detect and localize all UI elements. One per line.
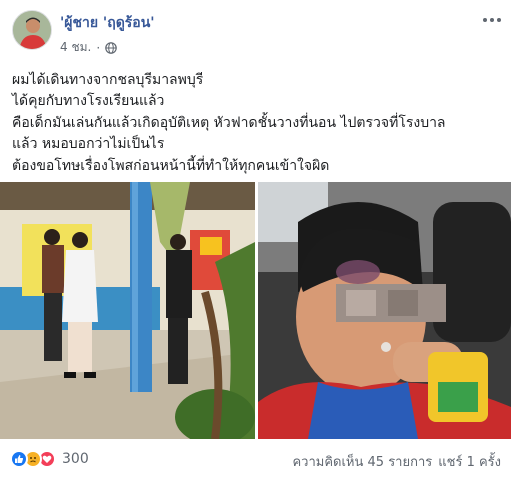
reactions-summary[interactable]: 300: [10, 450, 89, 468]
author-name[interactable]: 'ผู้ชาย 'ฤดูร้อน': [60, 12, 155, 34]
post-text-line: ต้องขอโทษเรื่องโพสก่อนหน้านี้ที่ทำให้ทุก…: [12, 157, 330, 174]
like-icon: [10, 450, 28, 468]
school-meeting-photo[interactable]: [0, 182, 255, 439]
post-text: ผมได้เดินทางจากชลบุรีมาลพบุรี ได้คุยกับท…: [12, 70, 502, 177]
post-footer: 300 ความคิดเห็น 45 รายการ แชร์ 1 ครั้ง: [0, 441, 511, 477]
photo-grid: [0, 182, 511, 439]
avatar[interactable]: [12, 10, 52, 50]
more-options-icon[interactable]: [481, 12, 503, 28]
post-text-line: ผมได้เดินทางจากชลบุรีมาลพบุรี: [12, 72, 204, 88]
comments-count-link[interactable]: ความคิดเห็น 45 รายการ: [292, 451, 432, 472]
child-in-car-photo[interactable]: [258, 182, 511, 439]
post-text-line: แล้ว หมอบอกว่าไม่เป็นไร: [12, 136, 165, 153]
globe-icon: [105, 41, 117, 54]
post-header: 'ผู้ชาย 'ฤดูร้อน' 4 ชม. ·: [0, 0, 511, 62]
post-meta: 4 ชม. ·: [60, 38, 117, 57]
post-text-line: คือเด็กมันเล่นกันแล้วเกิดอุบัติเหตุ หัวฟ…: [12, 114, 446, 131]
reaction-count: 300: [62, 451, 89, 467]
post-time[interactable]: 4 ชม.: [60, 38, 91, 57]
engagement-stats: ความคิดเห็น 45 รายการ แชร์ 1 ครั้ง: [292, 451, 501, 472]
shares-count-link[interactable]: แชร์ 1 ครั้ง: [438, 451, 501, 472]
post-text-line: ได้คุยกับทางโรงเรียนแล้ว: [12, 93, 165, 110]
avatar-image: [13, 11, 51, 49]
